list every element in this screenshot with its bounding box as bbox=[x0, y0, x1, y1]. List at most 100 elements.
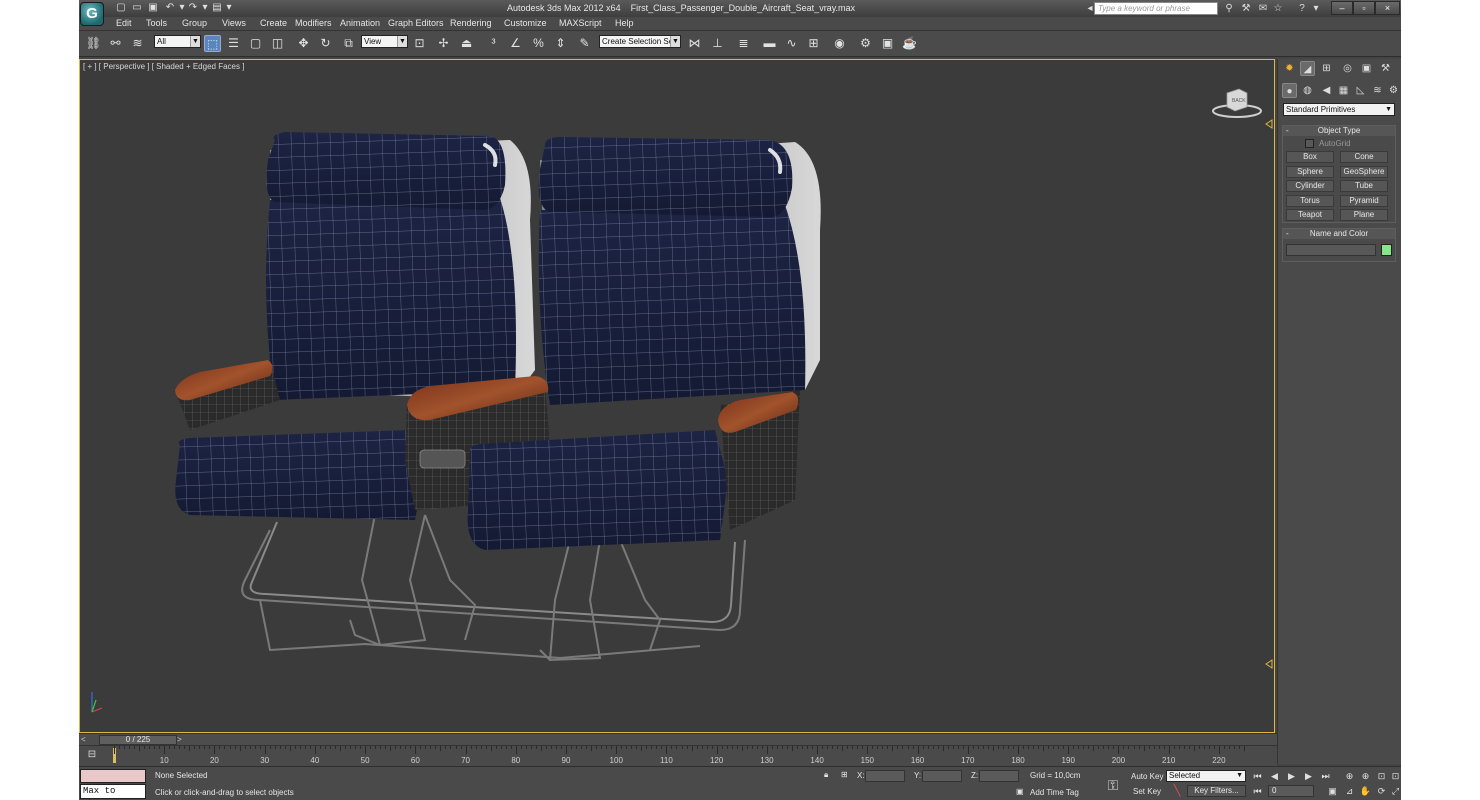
app-logo-button[interactable]: G bbox=[80, 2, 104, 26]
layer-manager-icon[interactable]: ≣ bbox=[735, 35, 752, 52]
menu-maxscript[interactable]: MAXScript bbox=[559, 18, 602, 28]
select-and-scale-icon[interactable]: ⧉ bbox=[340, 35, 357, 52]
pan-view-icon[interactable]: ✋ bbox=[1359, 785, 1372, 797]
maxscript-mini-listener-output[interactable] bbox=[80, 769, 146, 783]
maxscript-mini-listener-input[interactable]: Max to Physc bbox=[80, 784, 146, 800]
go-to-end-icon[interactable]: ⏭ bbox=[1319, 770, 1332, 782]
menu-tools[interactable]: Tools bbox=[146, 18, 167, 28]
time-slider[interactable]: < 0 / 225 > bbox=[79, 733, 1277, 745]
spinner-snap-icon[interactable]: ⇕ bbox=[552, 35, 569, 52]
subscription-center-icon[interactable]: ⚒ bbox=[1239, 2, 1253, 15]
binoculars-icon[interactable]: ⚲ bbox=[1222, 2, 1236, 15]
auto-key-button[interactable]: Auto Key bbox=[1131, 772, 1163, 781]
x-coordinate-field[interactable] bbox=[865, 770, 905, 782]
box-button[interactable]: Box bbox=[1286, 151, 1334, 163]
close-icon[interactable]: × bbox=[1375, 1, 1400, 15]
perspective-viewport[interactable]: [ + ] [ Perspective ] [ Shaded + Edged F… bbox=[79, 59, 1275, 733]
pyramid-button[interactable]: Pyramid bbox=[1340, 195, 1388, 207]
snaps-toggle-icon[interactable]: ³ bbox=[485, 35, 502, 52]
menu-views[interactable]: Views bbox=[222, 18, 246, 28]
schematic-view-icon[interactable]: ⊞ bbox=[805, 35, 822, 52]
display-tab-icon[interactable]: ▣ bbox=[1359, 61, 1374, 76]
maximize-viewport-icon[interactable]: ⤢ bbox=[1389, 785, 1401, 797]
bind-to-space-warp-icon[interactable]: ≋ bbox=[129, 35, 146, 52]
next-frame-icon[interactable]: ▶ bbox=[1302, 770, 1315, 782]
key-mode-dropdown[interactable]: Selected ▼ bbox=[1166, 770, 1246, 782]
menu-create[interactable]: Create bbox=[260, 18, 287, 28]
set-key-icon[interactable]: ⚿ bbox=[1100, 772, 1126, 798]
geometry-category-icon[interactable]: ● bbox=[1282, 83, 1297, 98]
current-frame-spinner[interactable]: 0 bbox=[1268, 785, 1314, 797]
cylinder-button[interactable]: Cylinder bbox=[1286, 180, 1334, 192]
modify-tab-icon[interactable]: ◢ bbox=[1300, 61, 1315, 76]
menu-customize[interactable]: Customize bbox=[504, 18, 547, 28]
name-and-color-header[interactable]: - Name and Color bbox=[1283, 229, 1395, 239]
menu-group[interactable]: Group bbox=[182, 18, 207, 28]
play-icon[interactable]: ▶ bbox=[1285, 770, 1298, 782]
graphite-ribbon-icon[interactable]: ▬ bbox=[761, 35, 778, 52]
previous-frame-icon[interactable]: ◀ bbox=[1268, 770, 1281, 782]
object-name-input[interactable] bbox=[1286, 244, 1376, 256]
plane-button[interactable]: Plane bbox=[1340, 209, 1388, 221]
minimize-icon[interactable]: – bbox=[1331, 1, 1353, 15]
hierarchy-tab-icon[interactable]: ⊞ bbox=[1319, 61, 1334, 76]
select-and-move-icon[interactable]: ✥ bbox=[295, 35, 312, 52]
motion-tab-icon[interactable]: ◎ bbox=[1340, 61, 1355, 76]
material-editor-icon[interactable]: ◉ bbox=[831, 35, 848, 52]
torus-button[interactable]: Torus bbox=[1286, 195, 1334, 207]
key-filters-button[interactable]: Key Filters... bbox=[1187, 785, 1246, 797]
new-file-icon[interactable]: ▢ bbox=[114, 2, 128, 14]
pivot-center-icon[interactable]: ⊡ bbox=[411, 35, 428, 52]
percent-snap-icon[interactable]: % bbox=[530, 35, 547, 52]
cameras-category-icon[interactable]: ▦ bbox=[1336, 83, 1351, 98]
menu-modifiers[interactable]: Modifiers bbox=[295, 18, 332, 28]
render-setup-icon[interactable]: ⚙ bbox=[857, 35, 874, 52]
reference-coordinate-dropdown[interactable]: View ▼ bbox=[361, 35, 408, 48]
edit-named-selection-icon[interactable]: ✎ bbox=[576, 35, 593, 52]
time-slider-next-icon[interactable]: > bbox=[177, 735, 182, 744]
menu-rendering[interactable]: Rendering bbox=[450, 18, 492, 28]
select-and-link-icon[interactable]: ⛓ bbox=[85, 35, 102, 52]
select-and-rotate-icon[interactable]: ↻ bbox=[317, 35, 334, 52]
select-by-name-icon[interactable]: ☰ bbox=[225, 35, 242, 52]
zoom-extents-icon[interactable]: ⊡ bbox=[1375, 770, 1388, 782]
absolute-relative-toggle-icon[interactable]: ⊞ bbox=[841, 770, 848, 779]
angle-snap-icon[interactable]: ∠ bbox=[507, 35, 524, 52]
communication-center-icon[interactable]: ✉ bbox=[1256, 2, 1270, 15]
rendered-frame-window-icon[interactable]: ▣ bbox=[879, 35, 896, 52]
geosphere-button[interactable]: GeoSphere bbox=[1340, 166, 1388, 178]
time-configuration-icon[interactable]: ▣ bbox=[1326, 785, 1339, 797]
go-to-start-icon[interactable]: ⏮ bbox=[1251, 770, 1264, 782]
space-warps-category-icon[interactable]: ≋ bbox=[1370, 83, 1385, 98]
set-key-button[interactable]: Set Key bbox=[1133, 787, 1161, 796]
select-and-manipulate-icon[interactable]: ✢ bbox=[435, 35, 452, 52]
time-slider-prev-icon[interactable]: < bbox=[81, 735, 86, 744]
helpers-category-icon[interactable]: ◺ bbox=[1353, 83, 1368, 98]
teapot-button[interactable]: Teapot bbox=[1286, 209, 1334, 221]
key-mode-toggle-icon[interactable]: ⏮ bbox=[1251, 785, 1264, 797]
mirror-icon[interactable]: ⋈ bbox=[686, 35, 703, 52]
unlink-selection-icon[interactable]: ⚯ bbox=[107, 35, 124, 52]
curve-editor-icon[interactable]: ∿ bbox=[783, 35, 800, 52]
open-file-icon[interactable]: ▭ bbox=[130, 2, 144, 14]
object-type-header[interactable]: - Object Type bbox=[1283, 126, 1395, 136]
utilities-tab-icon[interactable]: ⚒ bbox=[1378, 61, 1393, 76]
align-icon[interactable]: ⊥ bbox=[709, 35, 726, 52]
help-search-input[interactable]: Type a keyword or phrase bbox=[1094, 2, 1218, 15]
selection-lock-icon[interactable]: 🔒︎ bbox=[824, 770, 828, 780]
select-object-icon[interactable]: ⬚ bbox=[204, 35, 221, 52]
create-tab-icon[interactable]: ✹ bbox=[1282, 61, 1297, 76]
cone-button[interactable]: Cone bbox=[1340, 151, 1388, 163]
aircraft-seat-model[interactable] bbox=[80, 60, 1275, 733]
menu-help[interactable]: Help bbox=[615, 18, 634, 28]
primitive-category-dropdown[interactable]: Standard Primitives ▼ bbox=[1283, 103, 1395, 116]
sphere-button[interactable]: Sphere bbox=[1286, 166, 1334, 178]
rectangular-selection-icon[interactable]: ▢ bbox=[247, 35, 264, 52]
autogrid-checkbox[interactable] bbox=[1305, 139, 1314, 148]
orbit-icon[interactable]: ⟳ bbox=[1375, 785, 1388, 797]
time-slider-thumb[interactable]: 0 / 225 bbox=[99, 735, 177, 745]
tube-button[interactable]: Tube bbox=[1340, 180, 1388, 192]
menu-edit[interactable]: Edit bbox=[116, 18, 132, 28]
help-dropdown-icon[interactable]: ▾ bbox=[1309, 2, 1323, 15]
named-selection-sets-dropdown[interactable]: Create Selection Se ▼ bbox=[599, 35, 681, 48]
